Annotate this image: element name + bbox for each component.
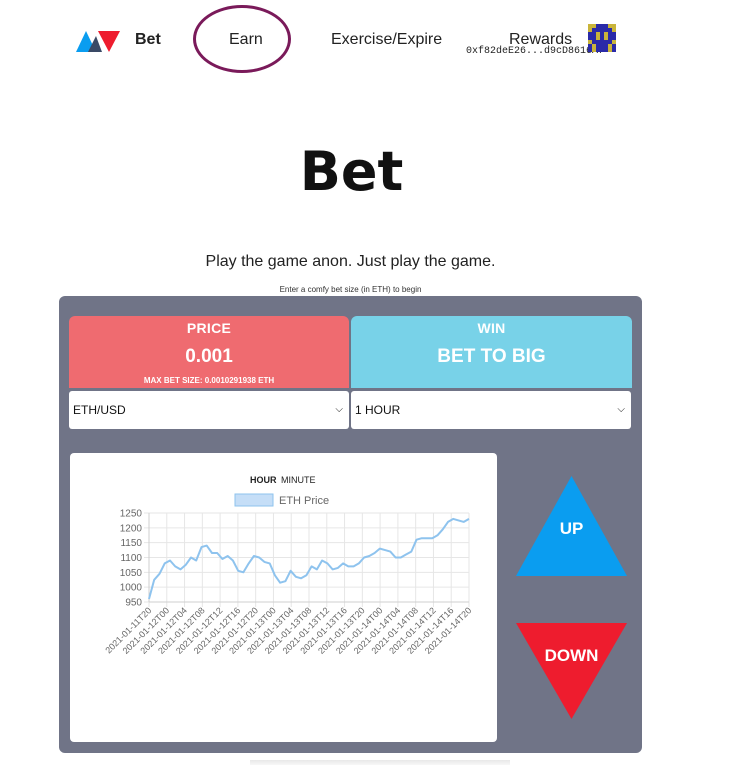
y-tick-label: 1200 <box>120 523 143 534</box>
price-chart: ETH Price9501000105011001150120012502021… <box>103 493 473 656</box>
price-heading: PRICE <box>186 320 232 336</box>
wallet-address[interactable]: 0xf82deE26...d9cD8616Af <box>466 46 604 57</box>
bottom-shade <box>250 760 510 765</box>
bet-size-hint: Enter a comfy bet size (in ETH) to begin <box>279 285 422 294</box>
page-title: Bet <box>299 140 404 203</box>
chevron-down-icon: ⌵ <box>335 404 343 415</box>
wallet-avatar-icon[interactable] <box>588 24 616 52</box>
legend-swatch <box>234 493 274 507</box>
tagline: Play the game anon. Just play the game. <box>205 253 496 270</box>
down-triangle-icon <box>516 623 627 719</box>
chevron-down-icon: ⌵ <box>617 404 625 415</box>
win-value: BET TO BIG <box>437 346 546 367</box>
y-tick-label: 1100 <box>120 553 142 564</box>
pair-select-value: ETH/USD <box>73 403 126 417</box>
pair-select[interactable]: ETH/USD ⌵ <box>69 391 349 429</box>
bet-down-button[interactable]: DOWN <box>514 621 629 721</box>
up-label: UP <box>560 519 584 538</box>
legend-label: ETH Price <box>279 495 329 507</box>
max-bet-size: MAX BET SIZE: 0.0010291938 ETH <box>143 376 275 385</box>
duration-select[interactable]: 1 HOUR ⌵ <box>351 391 631 429</box>
y-tick-label: 1150 <box>120 538 142 549</box>
win-heading: WIN <box>477 320 506 336</box>
bet-size-input[interactable]: 0.001 <box>69 346 349 368</box>
win-box: WIN BET TO BIG <box>351 316 632 388</box>
y-tick-label: 1250 <box>120 509 143 520</box>
y-tick-label: 950 <box>125 598 142 609</box>
nav-exercise-expire-link[interactable]: Exercise/Expire <box>331 31 442 49</box>
bet-up-button[interactable]: UP <box>514 474 629 578</box>
bet-panel: PRICE 0.001 MAX BET SIZE: 0.0010291938 E… <box>59 296 642 753</box>
y-tick-label: 1000 <box>120 583 143 594</box>
down-label: DOWN <box>545 646 599 665</box>
top-nav: Bet Earn Exercise/Expire Rewards 0xf82de… <box>0 0 731 80</box>
y-tick-label: 1050 <box>120 568 143 579</box>
app-logo[interactable] <box>76 28 120 52</box>
nav-earn-link[interactable]: Earn <box>229 31 263 49</box>
price-box: PRICE 0.001 MAX BET SIZE: 0.0010291938 E… <box>69 316 349 388</box>
nav-bet-link[interactable]: Bet <box>135 31 161 49</box>
duration-select-value: 1 HOUR <box>355 403 401 417</box>
price-chart-card: HOUR MINUTE ETH Price 950 1000 1050 1100 1150… <box>70 453 497 742</box>
